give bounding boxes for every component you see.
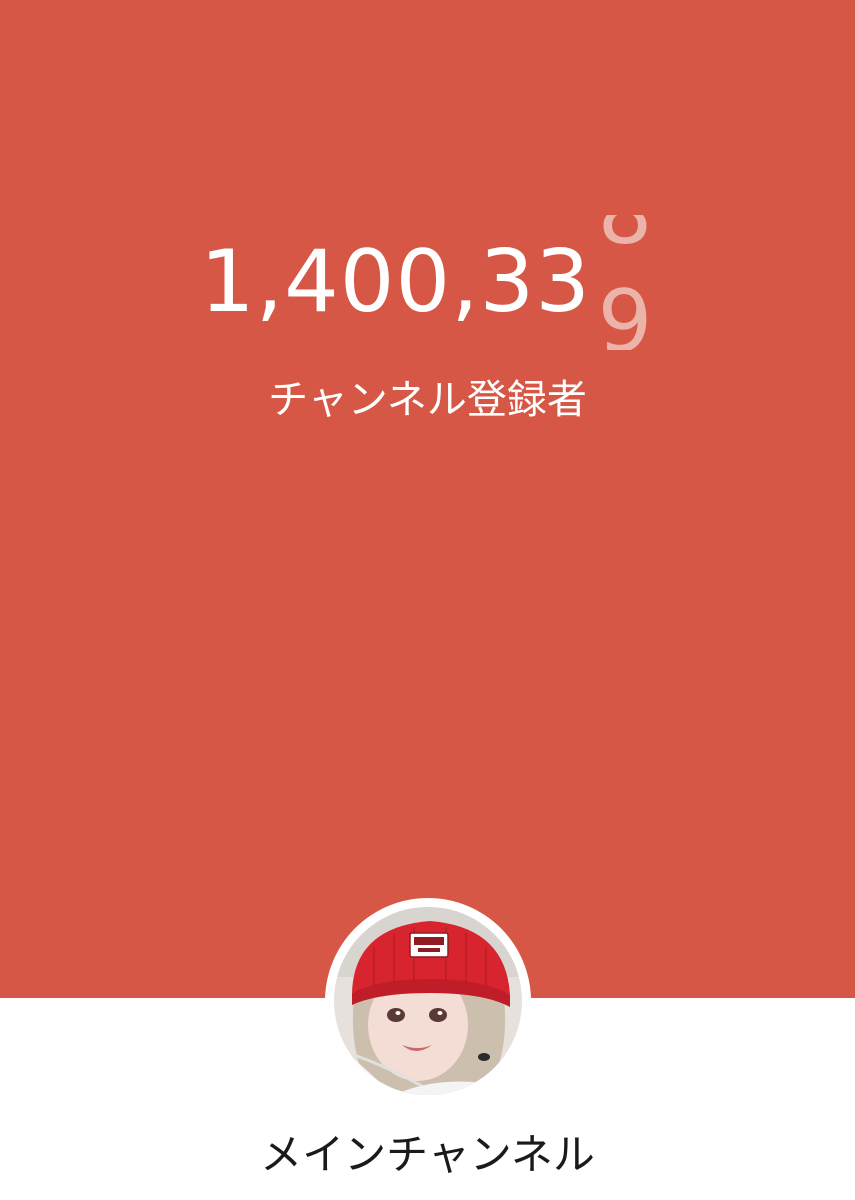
rolling-digit: 89 <box>595 215 655 350</box>
rolling-digit-incoming: 9 <box>597 272 653 350</box>
rolling-digit-outgoing: 8 <box>597 215 653 257</box>
subscriber-count: 1,400,33 <box>200 232 591 332</box>
subscriber-label: チャンネル登録者 <box>268 377 587 423</box>
avatar-ring[interactable] <box>325 898 531 1104</box>
subscriber-counter: 1,400,3389 <box>0 215 855 350</box>
avatar[interactable] <box>334 907 522 1095</box>
profile-photo-icon <box>334 907 522 1095</box>
channel-name[interactable]: メインチャンネル <box>0 1120 855 1190</box>
channel-banner <box>0 0 855 998</box>
subscriber-count-page: 1,400,3389 チャンネル登録者 <box>0 0 855 1200</box>
